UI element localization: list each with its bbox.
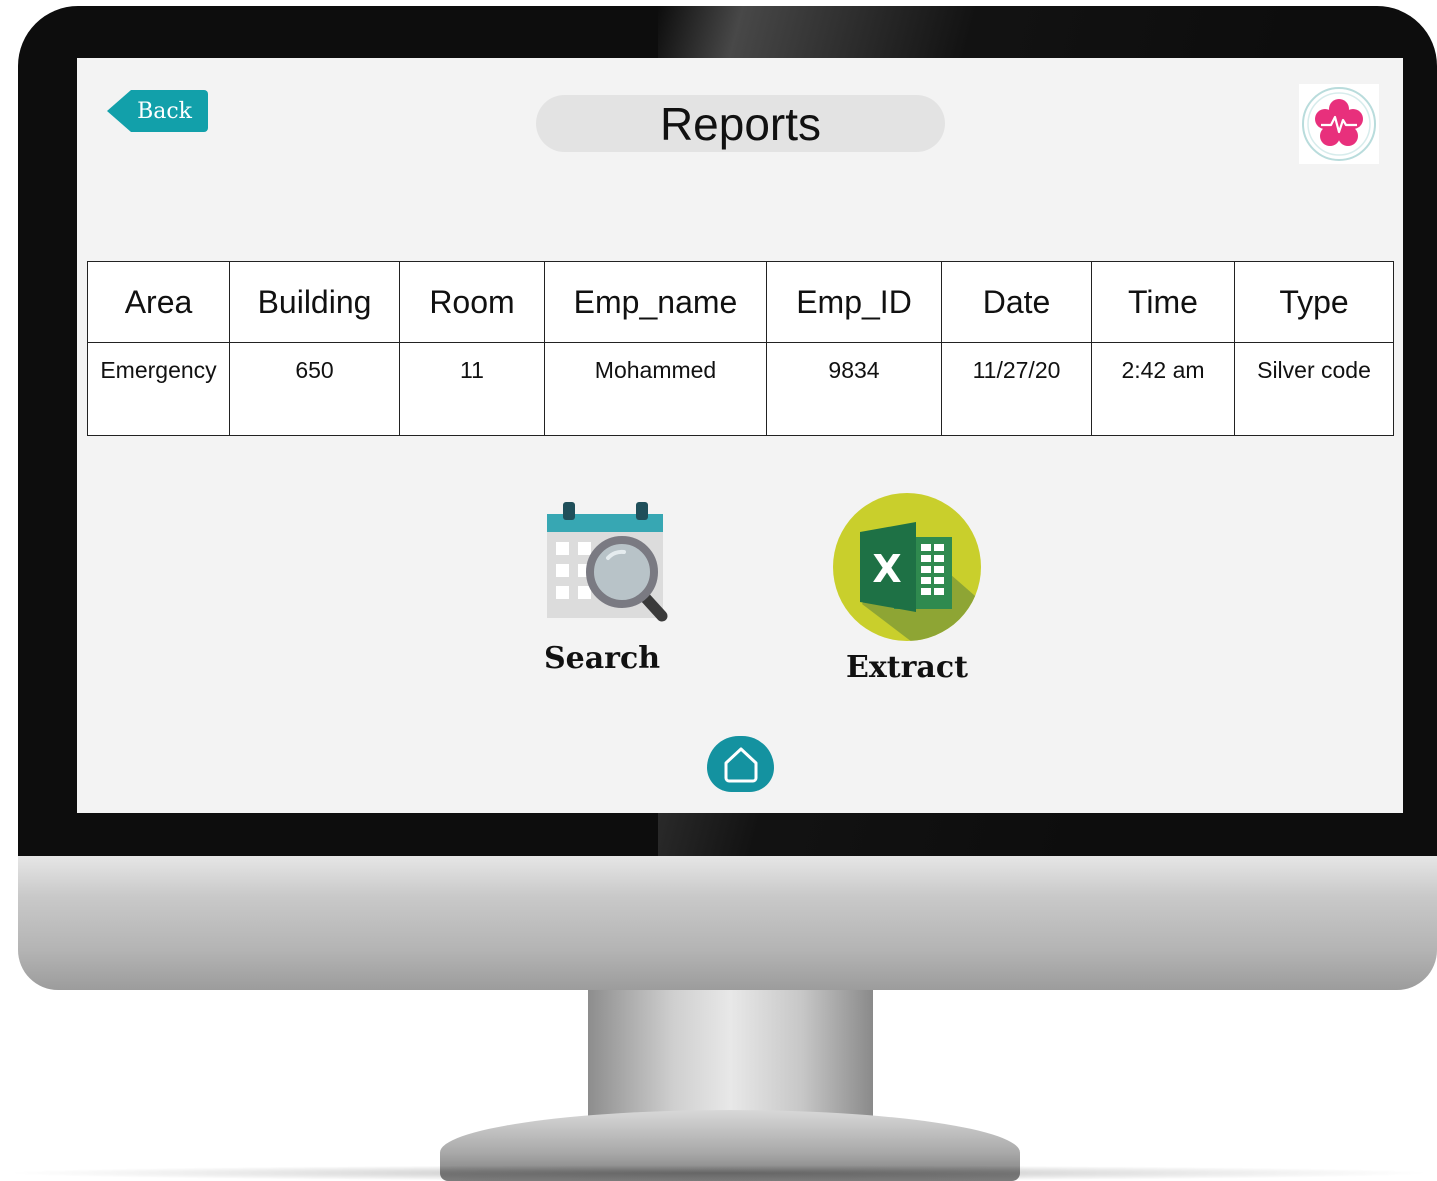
medical-star-icon	[1302, 87, 1376, 161]
svg-text:X: X	[872, 547, 901, 591]
monitor-chin	[18, 856, 1437, 990]
monitor-shadow	[0, 1165, 1437, 1181]
search-label: Search	[543, 641, 661, 676]
cell-emp-name: Mohammed	[544, 342, 767, 436]
reports-screen: Back Reports Area Building Room Emp_name…	[77, 58, 1403, 813]
column-header-type: Type	[1234, 261, 1394, 343]
app-logo	[1299, 84, 1379, 164]
column-header-building: Building	[229, 261, 400, 343]
column-header-emp-id: Emp_ID	[766, 261, 942, 343]
cell-emp-id: 9834	[766, 342, 942, 436]
page-title-pill: Reports	[536, 95, 945, 152]
calendar-search-icon	[547, 502, 668, 622]
column-header-date: Date	[941, 261, 1092, 343]
column-header-area: Area	[87, 261, 230, 343]
column-header-emp-name: Emp_name	[544, 261, 767, 343]
cell-room: 11	[399, 342, 545, 436]
cell-type: Silver code	[1234, 342, 1394, 436]
cell-building: 650	[229, 342, 400, 436]
excel-icon: X	[833, 493, 981, 641]
search-button[interactable]: Search	[517, 498, 687, 676]
table-header-row: Area Building Room Emp_name Emp_ID Date …	[87, 261, 1394, 343]
extract-button[interactable]: X Extract	[822, 492, 992, 685]
reports-table: Area Building Room Emp_name Emp_ID Date …	[87, 261, 1394, 436]
table-row[interactable]: Emergency 650 11 Mohammed 9834 11/27/20 …	[87, 342, 1394, 436]
back-button[interactable]: Back	[107, 90, 208, 132]
monitor-stand-neck	[588, 990, 873, 1130]
page-title: Reports	[659, 97, 822, 150]
cell-time: 2:42 am	[1091, 342, 1235, 436]
cell-area: Emergency	[87, 342, 230, 436]
cell-date: 11/27/20	[941, 342, 1092, 436]
column-header-time: Time	[1091, 261, 1235, 343]
extract-label: Extract	[846, 650, 968, 685]
home-icon	[724, 747, 757, 783]
back-button-label: Back	[137, 98, 192, 124]
home-button[interactable]	[707, 736, 774, 792]
column-header-room: Room	[399, 261, 545, 343]
